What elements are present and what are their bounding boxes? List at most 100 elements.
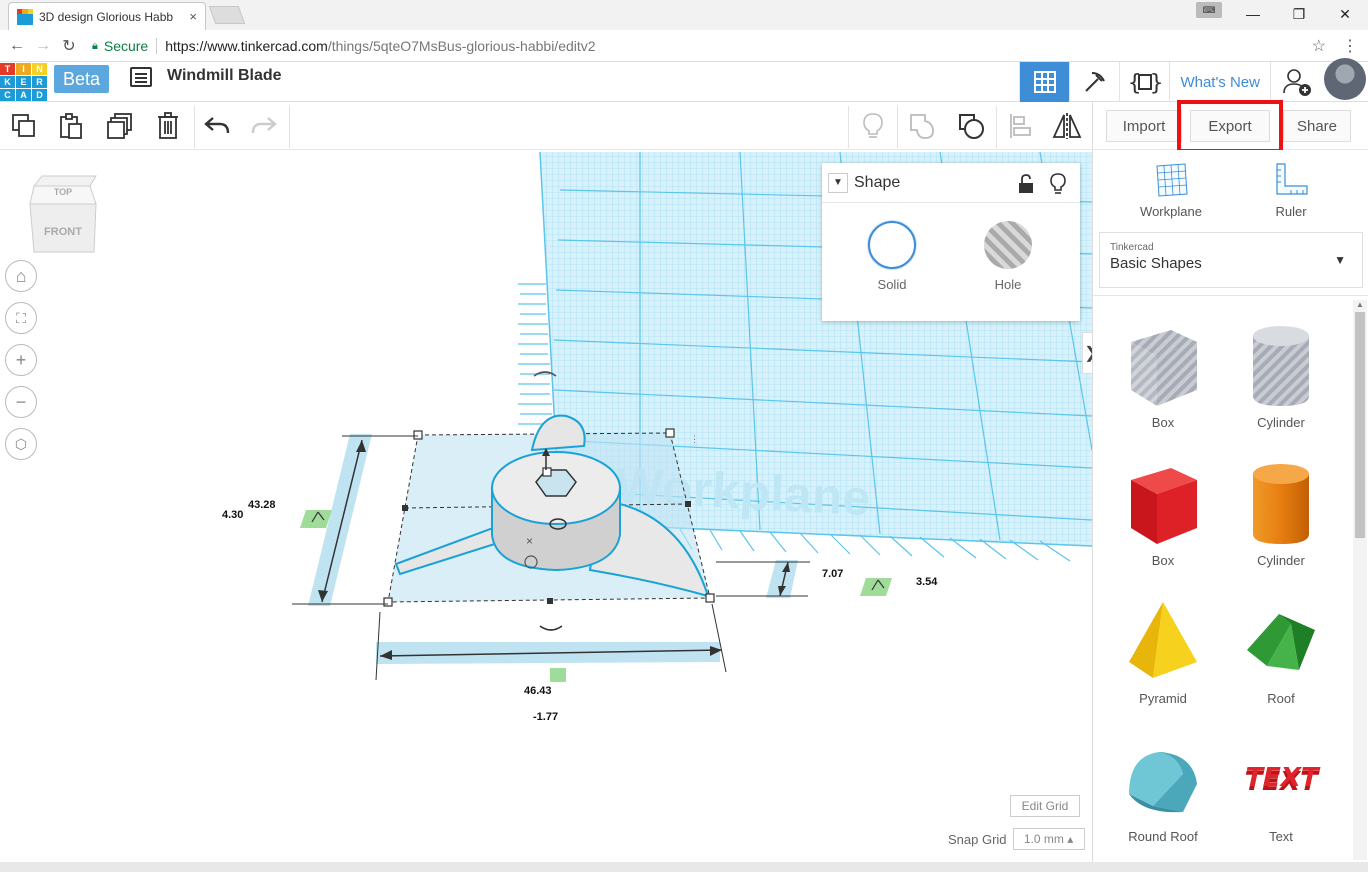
workplane-icon xyxy=(1156,163,1188,197)
new-tab-button[interactable] xyxy=(208,6,246,24)
shape-label: Text xyxy=(1269,829,1293,844)
group-button[interactable] xyxy=(906,110,938,142)
undo-button[interactable] xyxy=(201,110,233,142)
shape-panel-title: Shape xyxy=(854,173,901,191)
tab-close-icon[interactable]: × xyxy=(189,9,197,24)
ungroup-icon xyxy=(959,114,984,139)
shape-library-select[interactable]: Tinkercad Basic Shapes ▼ xyxy=(1099,232,1363,288)
height-dimension-label[interactable]: 43.28 xyxy=(244,498,280,512)
cylinder-hole-icon xyxy=(1253,326,1309,406)
ruler-tool[interactable]: Ruler xyxy=(1241,160,1341,219)
mirror-button[interactable] xyxy=(1051,110,1083,142)
shape-cylinder[interactable]: Cylinder xyxy=(1231,453,1331,568)
design-list-icon[interactable] xyxy=(130,67,152,87)
fit-view-icon[interactable]: ⛶ xyxy=(5,302,37,334)
back-arrow-icon[interactable]: ← xyxy=(4,33,30,59)
url-input[interactable]: 🔒︎ Secure https://www.tinkercad.com /thi… xyxy=(92,34,1336,58)
user-avatar[interactable] xyxy=(1322,58,1368,102)
browser-menu-icon[interactable]: ⋮ xyxy=(1342,36,1358,56)
browser-profile-icon[interactable]: ⌨ xyxy=(1196,2,1222,18)
paste-button[interactable] xyxy=(55,110,87,142)
toolbar-divider xyxy=(897,106,898,148)
shape-box[interactable]: Box xyxy=(1113,453,1213,568)
whats-new-link[interactable]: What's New xyxy=(1169,62,1270,102)
home-view-icon[interactable]: ⌂ xyxy=(5,260,37,292)
delete-button[interactable] xyxy=(152,110,184,142)
url-host: https://www.tinkercad.com xyxy=(165,38,328,54)
redo-button[interactable] xyxy=(248,110,280,142)
svg-text:}: } xyxy=(1150,71,1162,95)
width-dimension-label[interactable]: 46.43 xyxy=(520,684,556,698)
workplane-tool[interactable]: Workplane xyxy=(1121,160,1221,219)
shape-box-hole[interactable]: Box xyxy=(1113,315,1213,430)
zoom-in-icon[interactable]: + xyxy=(5,344,37,376)
shape-label: Cylinder xyxy=(1257,415,1305,430)
show-hide-button[interactable] xyxy=(857,110,889,142)
close-window-button[interactable]: ✕ xyxy=(1322,0,1368,28)
perspective-icon[interactable]: ⬡ xyxy=(5,428,37,460)
workplane-label: Workplane xyxy=(1140,204,1202,219)
offset-dimension-label[interactable]: -1.77 xyxy=(529,710,563,724)
solid-swatch[interactable] xyxy=(868,221,916,269)
hole-swatch[interactable] xyxy=(984,221,1032,269)
maximize-button[interactable]: ❐ xyxy=(1276,0,1322,28)
unlock-icon[interactable] xyxy=(1018,174,1034,194)
round-roof-icon xyxy=(1129,752,1197,813)
hole-label: Hole xyxy=(994,277,1022,292)
codeblocks-view-button[interactable]: {} xyxy=(1119,62,1169,102)
3d-viewport[interactable]: Workplane × ⋮ TOP FRONT ⌂ ⛶ + − ⬡ ▼ Shap… xyxy=(0,150,1092,862)
blocks-view-button[interactable] xyxy=(1069,62,1119,102)
collapse-caret-icon[interactable]: ▼ xyxy=(828,172,848,193)
add-user-button[interactable] xyxy=(1270,62,1322,102)
tab-title: 3D design Glorious Habb xyxy=(39,9,174,24)
toolbar-divider xyxy=(996,106,997,148)
dropdown-caret-icon: ▼ xyxy=(1334,253,1346,267)
cylinder-solid-icon xyxy=(1253,464,1309,544)
add-user-icon xyxy=(1282,69,1311,96)
bookmark-star-icon[interactable]: ☆ xyxy=(1312,36,1326,56)
zoom-out-icon[interactable]: − xyxy=(5,386,37,418)
ruler-icon xyxy=(1276,163,1308,195)
copy-button[interactable] xyxy=(8,110,40,142)
shape-roof[interactable]: Roof xyxy=(1231,591,1331,706)
share-button[interactable]: Share xyxy=(1283,110,1351,142)
mirror-icon xyxy=(1052,113,1082,139)
view-cube[interactable]: TOP FRONT xyxy=(28,174,98,254)
toolbar-divider xyxy=(289,106,290,148)
align-button[interactable] xyxy=(1005,110,1037,142)
copy-icon xyxy=(12,114,35,137)
window-controls: — ❐ ✕ xyxy=(1230,0,1368,30)
scroll-up-icon[interactable]: ▲ xyxy=(1356,300,1364,309)
design-title[interactable]: Windmill Blade xyxy=(167,67,282,85)
elevation-dimension-label[interactable]: 3.54 xyxy=(912,575,942,589)
shape-text[interactable]: TEXT TEXT Text xyxy=(1231,729,1331,844)
height-partial-label[interactable]: 4.30 xyxy=(218,508,248,522)
snap-grid-control: Snap Grid 1.0 mm ▴ xyxy=(948,828,1085,850)
snap-grid-select[interactable]: 1.0 mm ▴ xyxy=(1012,828,1085,850)
3d-design-view-button[interactable] xyxy=(1019,62,1070,102)
shape-pyramid[interactable]: Pyramid xyxy=(1113,591,1213,706)
import-button[interactable]: Import xyxy=(1106,110,1182,142)
forward-arrow-icon[interactable]: → xyxy=(30,33,56,59)
minimize-button[interactable]: — xyxy=(1230,0,1276,28)
solid-option[interactable]: Solid xyxy=(852,221,932,292)
hole-option[interactable]: Hole xyxy=(968,221,1048,292)
lightbulb-icon[interactable] xyxy=(1050,173,1066,195)
library-provider: Tinkercad xyxy=(1110,242,1154,253)
trash-icon xyxy=(158,112,178,139)
reload-icon[interactable]: ↻ xyxy=(56,33,82,59)
depth-dimension-label[interactable]: 7.07 xyxy=(818,567,848,581)
shape-round-roof[interactable]: Round Roof xyxy=(1113,729,1213,844)
svg-text:×: × xyxy=(526,534,533,548)
shape-panel-header: ▼ Shape xyxy=(822,163,1080,203)
browser-tab[interactable]: 3D design Glorious Habb × xyxy=(8,2,206,30)
shapes-scrollbar[interactable]: ▲ xyxy=(1353,300,1367,860)
scrollbar-thumb[interactable] xyxy=(1355,312,1365,538)
duplicate-button[interactable] xyxy=(104,110,136,142)
export-highlight-annotation xyxy=(1177,100,1283,153)
shape-cylinder-hole[interactable]: Cylinder xyxy=(1231,315,1331,430)
tinkercad-logo[interactable]: T I N K E R C A D xyxy=(0,62,47,101)
ungroup-button[interactable] xyxy=(955,110,987,142)
edit-grid-button[interactable]: Edit Grid xyxy=(1010,795,1080,817)
snap-grid-label: Snap Grid xyxy=(948,831,1007,847)
